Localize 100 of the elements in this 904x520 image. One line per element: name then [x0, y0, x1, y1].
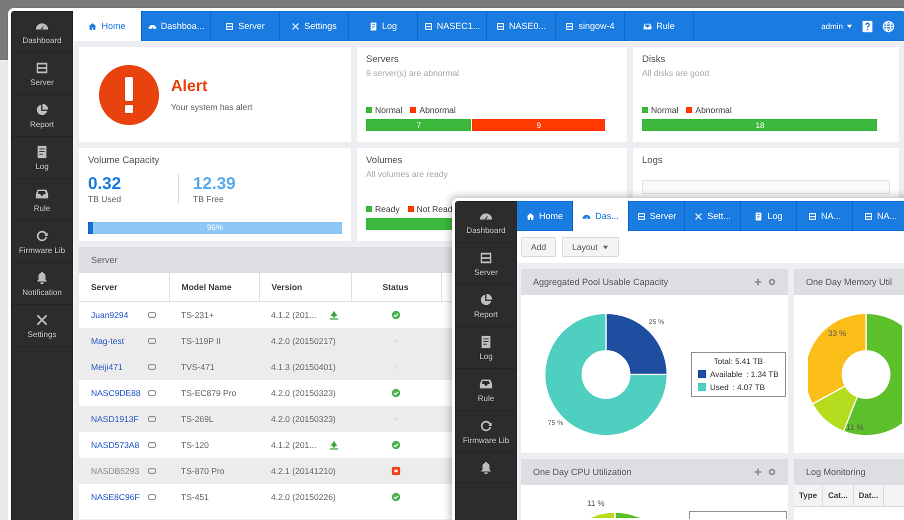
tab[interactable]: Home — [73, 11, 142, 41]
tray-icon — [479, 377, 493, 391]
legend-label: Used — [710, 382, 729, 392]
card-title: Logs — [642, 155, 664, 166]
legend-label: Not Read — [416, 204, 452, 214]
server-link[interactable]: Juan9294 — [91, 310, 128, 320]
capacity-percent: 96% — [206, 222, 224, 234]
free-label: TB Free — [193, 194, 225, 204]
server-link[interactable]: Meiji471 — [91, 362, 123, 372]
help-icon[interactable] — [861, 20, 874, 32]
crossed-tools-icon — [291, 22, 300, 30]
panel-title: Aggregated Pool Usable Capacity — [533, 277, 668, 287]
user-menu[interactable]: admin — [821, 22, 853, 30]
server-icon — [808, 212, 817, 220]
device-icon — [147, 337, 157, 345]
server-link[interactable]: NASD573A8 — [91, 440, 140, 450]
table-cell: 4.2.0 (20150217) — [271, 336, 336, 346]
table-cell: TS-231+ — [181, 310, 214, 320]
legend-label: Available — [710, 370, 742, 378]
settings-icon[interactable] — [768, 468, 776, 476]
refresh-icon — [479, 419, 493, 433]
column-header: Server — [79, 273, 169, 302]
legend-value: : 1.34 TB — [746, 370, 779, 378]
alert-title: Alert — [171, 78, 208, 96]
server-link[interactable]: NASE8C96F — [91, 492, 140, 502]
legend-label: Normal — [651, 105, 678, 115]
card-subtitle: All disks are good — [642, 68, 710, 78]
server-icon — [424, 22, 433, 30]
tray-icon — [643, 22, 652, 30]
table-cell: TS-870 Pro — [181, 466, 224, 476]
pie-chart-icon — [35, 103, 49, 117]
document-icon — [368, 22, 378, 30]
settings-icon[interactable] — [768, 278, 776, 286]
tab[interactable]: Das... — [573, 201, 629, 231]
toolbar-button[interactable]: Layout — [562, 237, 619, 257]
card-title: Volumes — [366, 155, 404, 166]
data-label: 11 % — [846, 423, 864, 432]
server-icon — [35, 61, 49, 75]
table-cell: 4.2.0 (20150323) — [271, 414, 336, 424]
data-label: 33 % — [828, 329, 846, 338]
home-icon — [526, 212, 535, 220]
upload-icon[interactable] — [329, 310, 339, 320]
table-cell: 4.2.1 (20141210) — [271, 466, 336, 476]
table-cell: TS-120 — [181, 440, 209, 450]
bell-icon[interactable] — [479, 461, 493, 475]
server-name: NASDB5293 — [91, 466, 140, 476]
crossed-tools-icon — [694, 212, 704, 220]
panel-title: One Day Memory Util — [806, 277, 892, 287]
used-label: TB Used — [88, 194, 122, 204]
table-cell: TS-119P II — [181, 336, 221, 346]
table-cell: TS-EC879 Pro — [181, 388, 236, 398]
device-icon — [147, 311, 157, 319]
home-icon — [88, 22, 98, 30]
server-icon — [636, 212, 646, 220]
upload-icon[interactable] — [329, 440, 339, 450]
free-value: 12.39 — [193, 174, 237, 194]
data-label: 11 % — [587, 499, 605, 508]
document-icon — [479, 335, 493, 349]
server-icon — [565, 22, 574, 30]
refresh-icon — [35, 229, 49, 243]
bar-segment: 7 — [366, 119, 472, 131]
table-cell: TS-451 — [181, 492, 209, 502]
column-header: Cat... — [823, 485, 854, 506]
table-cell: 4.2.0 (20150226) — [271, 492, 336, 502]
table-cell: 4.1.2 (201... — [271, 440, 316, 450]
card-title: Disks — [642, 54, 666, 65]
server-icon — [479, 251, 493, 265]
plus-icon[interactable] — [754, 278, 762, 286]
device-icon — [147, 415, 157, 423]
table-cell: 4.1.2 (201... — [271, 310, 316, 320]
crossed-tools-icon — [35, 313, 49, 327]
legend-total: Total: 5.41 TB — [712, 356, 764, 366]
pie-chart-icon — [479, 293, 493, 307]
caret-icon — [846, 22, 853, 30]
server-icon — [496, 22, 505, 30]
used-value: 0.32 — [88, 174, 122, 194]
server-link[interactable]: NASC9DE88 — [91, 388, 141, 398]
server-link[interactable]: Mag-test — [91, 336, 124, 346]
plus-icon[interactable] — [754, 468, 762, 476]
table-cell: TS-269L — [181, 414, 214, 424]
device-icon — [147, 441, 157, 449]
table-cell: 4.1.3 (20150401) — [271, 362, 336, 372]
alert-icon — [99, 64, 159, 124]
column-header: Model Name — [169, 273, 259, 302]
panel-title: Log Monitoring — [806, 467, 866, 477]
document-icon — [754, 212, 764, 220]
legend-label: Normal — [375, 105, 402, 115]
document-icon — [35, 145, 49, 159]
globe-icon[interactable] — [882, 20, 895, 32]
device-icon — [147, 493, 157, 501]
tray-icon — [35, 187, 49, 201]
device-icon — [147, 467, 157, 475]
legend-label: Ready — [375, 204, 400, 214]
table-cell: TVS-471 — [181, 362, 215, 372]
column-header: Type — [794, 485, 824, 506]
bar-segment: 18 — [642, 119, 878, 131]
toolbar-button[interactable]: Add — [521, 237, 556, 257]
table-cell: 4.2.0 (20150323) — [271, 388, 336, 398]
bar-segment: 9 — [472, 119, 606, 131]
card-title: Servers — [366, 54, 400, 65]
